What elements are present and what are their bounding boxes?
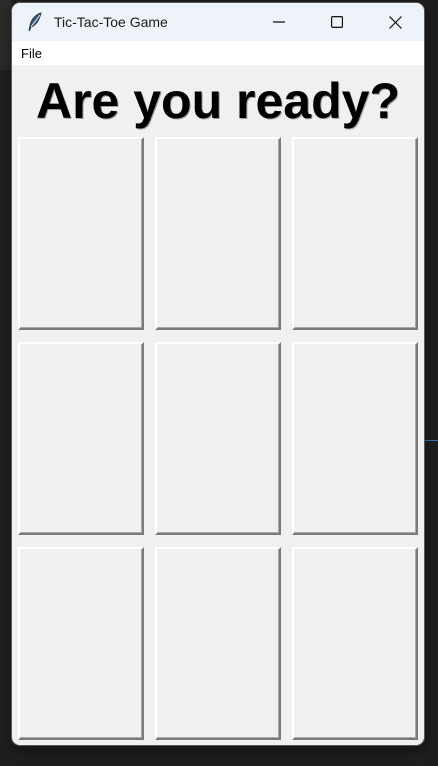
board-cell-6[interactable] <box>292 342 418 535</box>
board-cell-8[interactable] <box>155 547 281 740</box>
background-divider <box>424 440 438 441</box>
game-heading: Are you ready? <box>35 73 400 129</box>
board-cell-3[interactable] <box>292 137 418 330</box>
menu-file[interactable]: File <box>21 46 42 61</box>
background-panel <box>0 0 12 70</box>
feather-icon <box>24 11 46 33</box>
close-button[interactable] <box>366 3 424 41</box>
minimize-button[interactable] <box>250 3 308 41</box>
title-bar[interactable]: Tic-Tac-Toe Game <box>12 3 424 41</box>
board-cell-2[interactable] <box>155 137 281 330</box>
maximize-icon <box>331 16 343 28</box>
board-cell-9[interactable] <box>292 547 418 740</box>
board-cell-1[interactable] <box>18 137 144 330</box>
menu-bar: File <box>12 41 424 65</box>
window-title: Tic-Tac-Toe Game <box>54 14 168 30</box>
close-icon <box>388 15 402 29</box>
board-cell-4[interactable] <box>18 342 144 535</box>
board-cell-5[interactable] <box>155 342 281 535</box>
maximize-button[interactable] <box>308 3 366 41</box>
board-cell-7[interactable] <box>18 547 144 740</box>
minimize-icon <box>273 21 285 23</box>
app-window: Tic-Tac-Toe Game File Are you ready? <box>12 3 424 745</box>
background-code-strip <box>424 0 438 766</box>
